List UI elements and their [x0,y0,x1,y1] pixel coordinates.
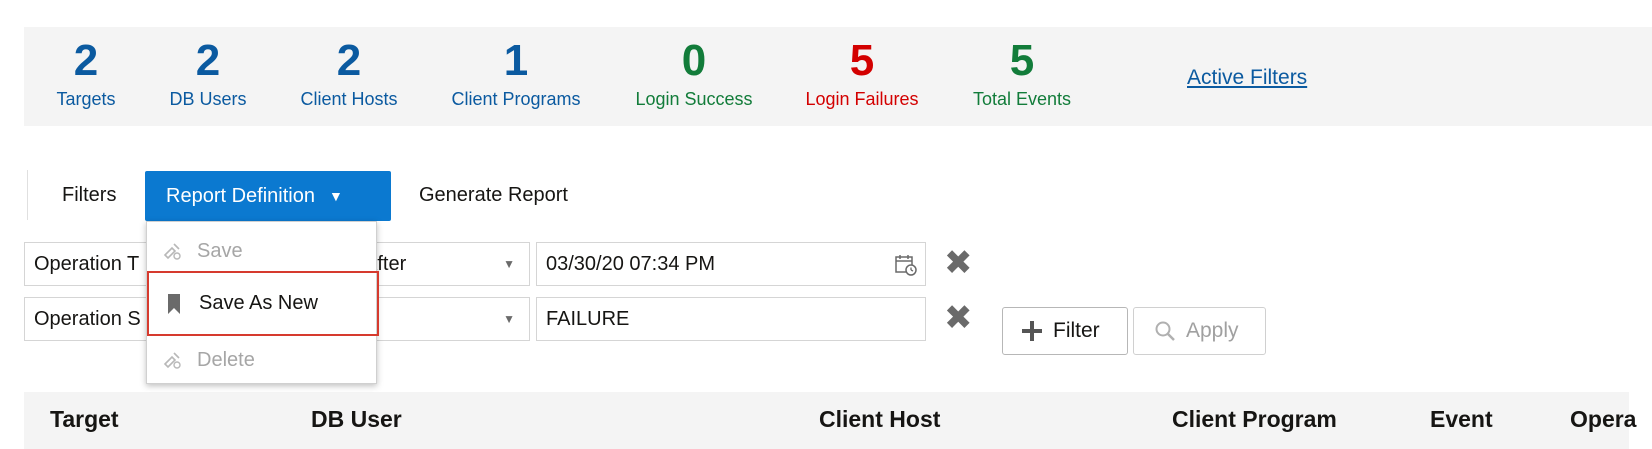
menu-item-save-as-new-label: Save As New [199,292,318,314]
table-header: Target DB User Client Host Client Progra… [24,392,1636,449]
stat-value: 2 [195,36,221,85]
stat-total-events[interactable]: 5 Total Events [973,35,1071,111]
close-icon[interactable]: ✖ [944,246,973,280]
stat-client-programs[interactable]: 1 Client Programs [451,35,580,111]
stat-value: 0 [681,36,707,85]
stat-value: 2 [336,36,362,85]
report-definition-dropdown: Save Save As New Delete [146,221,379,384]
stat-targets[interactable]: 2 Targets [56,35,115,111]
stat-login-failures[interactable]: 5 Login Failures [805,35,918,111]
stat-db-users[interactable]: 2 DB Users [169,35,246,111]
stat-label: DB Users [169,89,247,109]
menu-item-save[interactable]: Save [147,230,376,272]
menu-item-save-label: Save [197,239,243,262]
menu-item-delete-label: Delete [197,348,255,371]
column-header-target[interactable]: Target [50,406,119,433]
add-filter-button[interactable]: Filter [1002,307,1128,355]
close-icon[interactable]: ✖ [944,301,973,335]
search-icon [1155,321,1175,341]
filter-operator-select-2[interactable]: ▼ [354,297,530,341]
delete-icon [161,350,183,370]
tab-generate-report[interactable]: Generate Report [419,184,568,207]
menu-item-delete[interactable]: Delete [147,339,376,381]
save-icon [161,241,183,261]
active-filters-link[interactable]: Active Filters [1187,66,1307,90]
dropdown-arrow-icon: ▼ [503,257,515,271]
plus-icon [1022,321,1042,341]
filter-field-value: Operation T [34,253,140,275]
column-header-db-user[interactable]: DB User [311,406,402,433]
calendar-icon[interactable] [895,254,917,276]
filter-operator-select-1[interactable]: After ▼ [354,242,530,286]
menu-item-save-as-new[interactable]: Save As New [147,271,379,336]
dropdown-arrow-icon: ▼ [503,312,515,326]
report-definition-menu-button[interactable]: Report Definition ▼ [145,171,391,221]
filter-value: FAILURE [546,308,630,330]
add-filter-label: Filter [1053,319,1100,342]
stat-value: 5 [849,36,875,85]
stat-label: Total Events [972,89,1072,109]
column-header-client-program[interactable]: Client Program [1172,406,1337,433]
stat-login-success[interactable]: 0 Login Success [635,35,752,111]
column-header-event[interactable]: Event [1430,406,1493,433]
apply-label: Apply [1186,319,1239,342]
stat-label: Targets [56,89,116,109]
stat-client-hosts[interactable]: 2 Client Hosts [300,35,397,111]
stat-label: Login Success [635,89,753,109]
stat-value: 1 [503,36,529,85]
column-header-operation[interactable]: Opera [1570,406,1636,433]
bookmark-icon [163,293,185,315]
caret-down-icon: ▼ [328,188,343,204]
stat-value: 2 [73,36,99,85]
stat-label: Client Hosts [300,89,398,109]
date-input-value: 03/30/20 07:34 PM [546,253,716,275]
stat-label: Login Failures [805,89,919,109]
summary-bar: 2 Targets 2 DB Users 2 Client Hosts 1 Cl… [24,27,1652,126]
date-input[interactable]: 03/30/20 07:34 PM [536,242,926,286]
stat-value: 5 [1009,36,1035,85]
tab-divider [27,170,28,220]
tab-filters[interactable]: Filters [62,184,116,207]
filter-value-input-2[interactable]: FAILURE [536,297,926,341]
report-definition-label: Report Definition [166,184,315,207]
filter-field-value: Operation S [34,308,141,330]
column-header-client-host[interactable]: Client Host [819,406,940,433]
apply-button[interactable]: Apply [1133,307,1266,355]
stat-label: Client Programs [451,89,581,109]
